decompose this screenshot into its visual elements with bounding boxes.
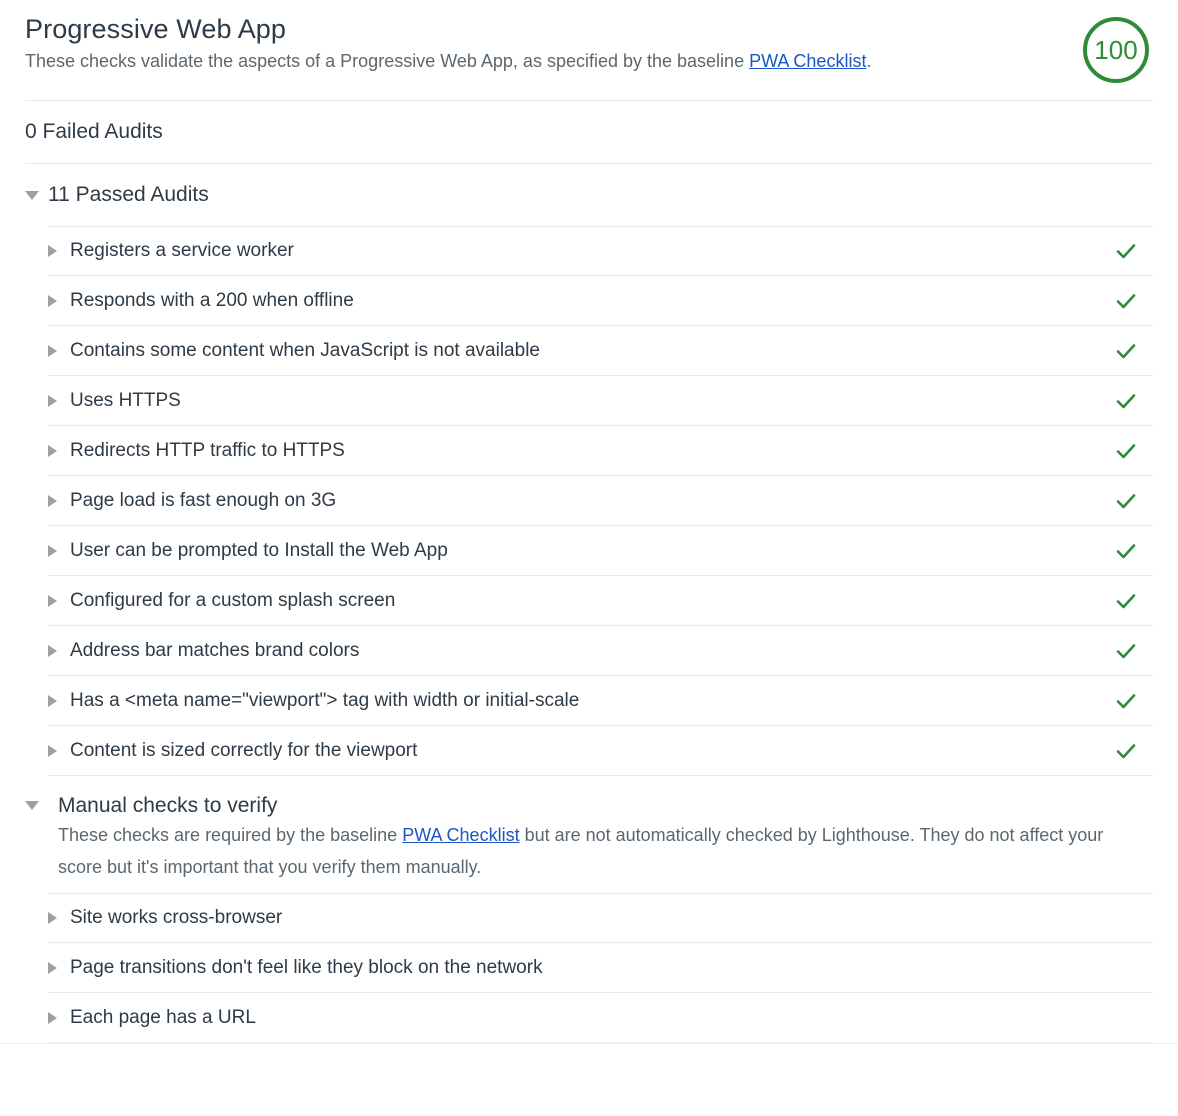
- audit-row[interactable]: Uses HTTPS: [48, 376, 1153, 426]
- passed-audits-header[interactable]: 11 Passed Audits: [0, 164, 1178, 226]
- score-value: 100: [1094, 35, 1138, 65]
- audit-label: Site works cross-browser: [70, 907, 283, 928]
- audit-row[interactable]: Site works cross-browser: [48, 893, 1153, 943]
- check-icon: [1114, 389, 1138, 413]
- category-description-suffix: .: [866, 51, 872, 71]
- triangle-right-icon[interactable]: [48, 444, 57, 457]
- category-description: These checks validate the aspects of a P…: [25, 48, 1000, 75]
- triangle-right-icon[interactable]: [48, 245, 57, 257]
- triangle-right-icon[interactable]: [48, 294, 57, 307]
- failed-audits-header[interactable]: 0 Failed Audits: [0, 101, 1178, 163]
- audit-row[interactable]: Address bar matches brand colors: [48, 626, 1153, 676]
- audit-label: Responds with a 200 when offline: [70, 289, 354, 311]
- check-icon: [1114, 439, 1138, 463]
- audit-label: Uses HTTPS: [70, 389, 181, 411]
- triangle-right-icon[interactable]: [48, 594, 57, 607]
- triangle-right-icon[interactable]: [48, 744, 57, 757]
- triangle-right-icon[interactable]: [48, 912, 57, 924]
- manual-audit-list: Site works cross-browser Page transitions…: [0, 893, 1178, 1043]
- audit-label: Registers a service worker: [70, 240, 294, 261]
- triangle-right-icon[interactable]: [48, 544, 57, 557]
- check-icon: [1114, 539, 1138, 563]
- score-gauge: 100: [1080, 14, 1152, 86]
- audit-row[interactable]: Contains some content when JavaScript is…: [48, 326, 1153, 376]
- bottom-edge-divider: [0, 1043, 1178, 1044]
- triangle-right-icon[interactable]: [48, 694, 57, 707]
- check-icon: [1114, 739, 1138, 763]
- pwa-checklist-link-header[interactable]: PWA Checklist: [749, 51, 866, 71]
- audit-label: Page transitions don't feel like they bl…: [70, 956, 543, 978]
- triangle-down-icon[interactable]: [25, 801, 39, 810]
- check-icon: [1114, 589, 1138, 613]
- manual-checks-title: Manual checks to verify: [58, 794, 278, 817]
- triangle-right-icon[interactable]: [48, 644, 57, 657]
- category-description-prefix: These checks validate the aspects of a P…: [25, 51, 750, 71]
- failed-audits-title: 0 Failed Audits: [25, 120, 163, 143]
- passed-audits-title: 11 Passed Audits: [48, 183, 209, 206]
- audit-row[interactable]: Has a <meta name="viewport"> tag with wi…: [48, 676, 1153, 726]
- check-icon: [1114, 339, 1138, 363]
- failed-audits-section: 0 Failed Audits: [0, 101, 1178, 163]
- audit-label: User can be prompted to Install the Web …: [70, 539, 448, 561]
- audit-label: Page load is fast enough on 3G: [70, 489, 337, 511]
- triangle-right-icon[interactable]: [48, 394, 57, 407]
- lighthouse-pwa-report: Progressive Web App These checks validat…: [0, 0, 1178, 1116]
- audit-row[interactable]: User can be prompted to Install the Web …: [48, 526, 1153, 576]
- audit-label: Contains some content when JavaScript is…: [70, 339, 540, 361]
- manual-checks-header[interactable]: Manual checks to verify These checks are…: [0, 776, 1178, 883]
- audit-row[interactable]: Page transitions don't feel like they bl…: [48, 943, 1153, 993]
- check-icon: [1114, 639, 1138, 663]
- audit-label: Has a <meta name="viewport"> tag with wi…: [70, 689, 580, 711]
- audit-row[interactable]: Content is sized correctly for the viewp…: [48, 726, 1153, 776]
- check-icon: [1114, 239, 1138, 263]
- check-icon: [1114, 289, 1138, 313]
- audit-row[interactable]: Registers a service worker: [48, 226, 1153, 276]
- audit-label: Configured for a custom splash screen: [70, 589, 396, 611]
- audit-label: Redirects HTTP traffic to HTTPS: [70, 439, 345, 461]
- audit-label: Each page has a URL: [70, 1006, 256, 1028]
- page-title: Progressive Web App: [25, 14, 287, 44]
- audit-row[interactable]: Configured for a custom splash screen: [48, 576, 1153, 626]
- audit-row[interactable]: Responds with a 200 when offline: [48, 276, 1153, 326]
- passed-audits-section: 11 Passed Audits Registers a service wor…: [0, 164, 1178, 776]
- pwa-checklist-link-manual[interactable]: PWA Checklist: [402, 825, 519, 845]
- triangle-right-icon[interactable]: [48, 494, 57, 507]
- manual-description-prefix: These checks are required by the baselin…: [58, 825, 403, 845]
- audit-label: Address bar matches brand colors: [70, 639, 360, 661]
- category-header: Progressive Web App These checks validat…: [0, 0, 1178, 100]
- audit-label: Content is sized correctly for the viewp…: [70, 739, 418, 761]
- passed-audit-list: Registers a service worker Responds with …: [0, 226, 1178, 776]
- triangle-right-icon[interactable]: [48, 961, 57, 974]
- triangle-right-icon[interactable]: [48, 1011, 57, 1024]
- triangle-right-icon[interactable]: [48, 344, 57, 357]
- manual-checks-section: Manual checks to verify These checks are…: [0, 776, 1178, 1043]
- triangle-down-icon[interactable]: [25, 191, 39, 200]
- audit-row[interactable]: Page load is fast enough on 3G: [48, 476, 1153, 526]
- manual-checks-description: These checks are required by the baselin…: [58, 819, 1118, 883]
- audit-row[interactable]: Each page has a URL: [48, 993, 1153, 1043]
- check-icon: [1114, 489, 1138, 513]
- check-icon: [1114, 689, 1138, 713]
- audit-row[interactable]: Redirects HTTP traffic to HTTPS: [48, 426, 1153, 476]
